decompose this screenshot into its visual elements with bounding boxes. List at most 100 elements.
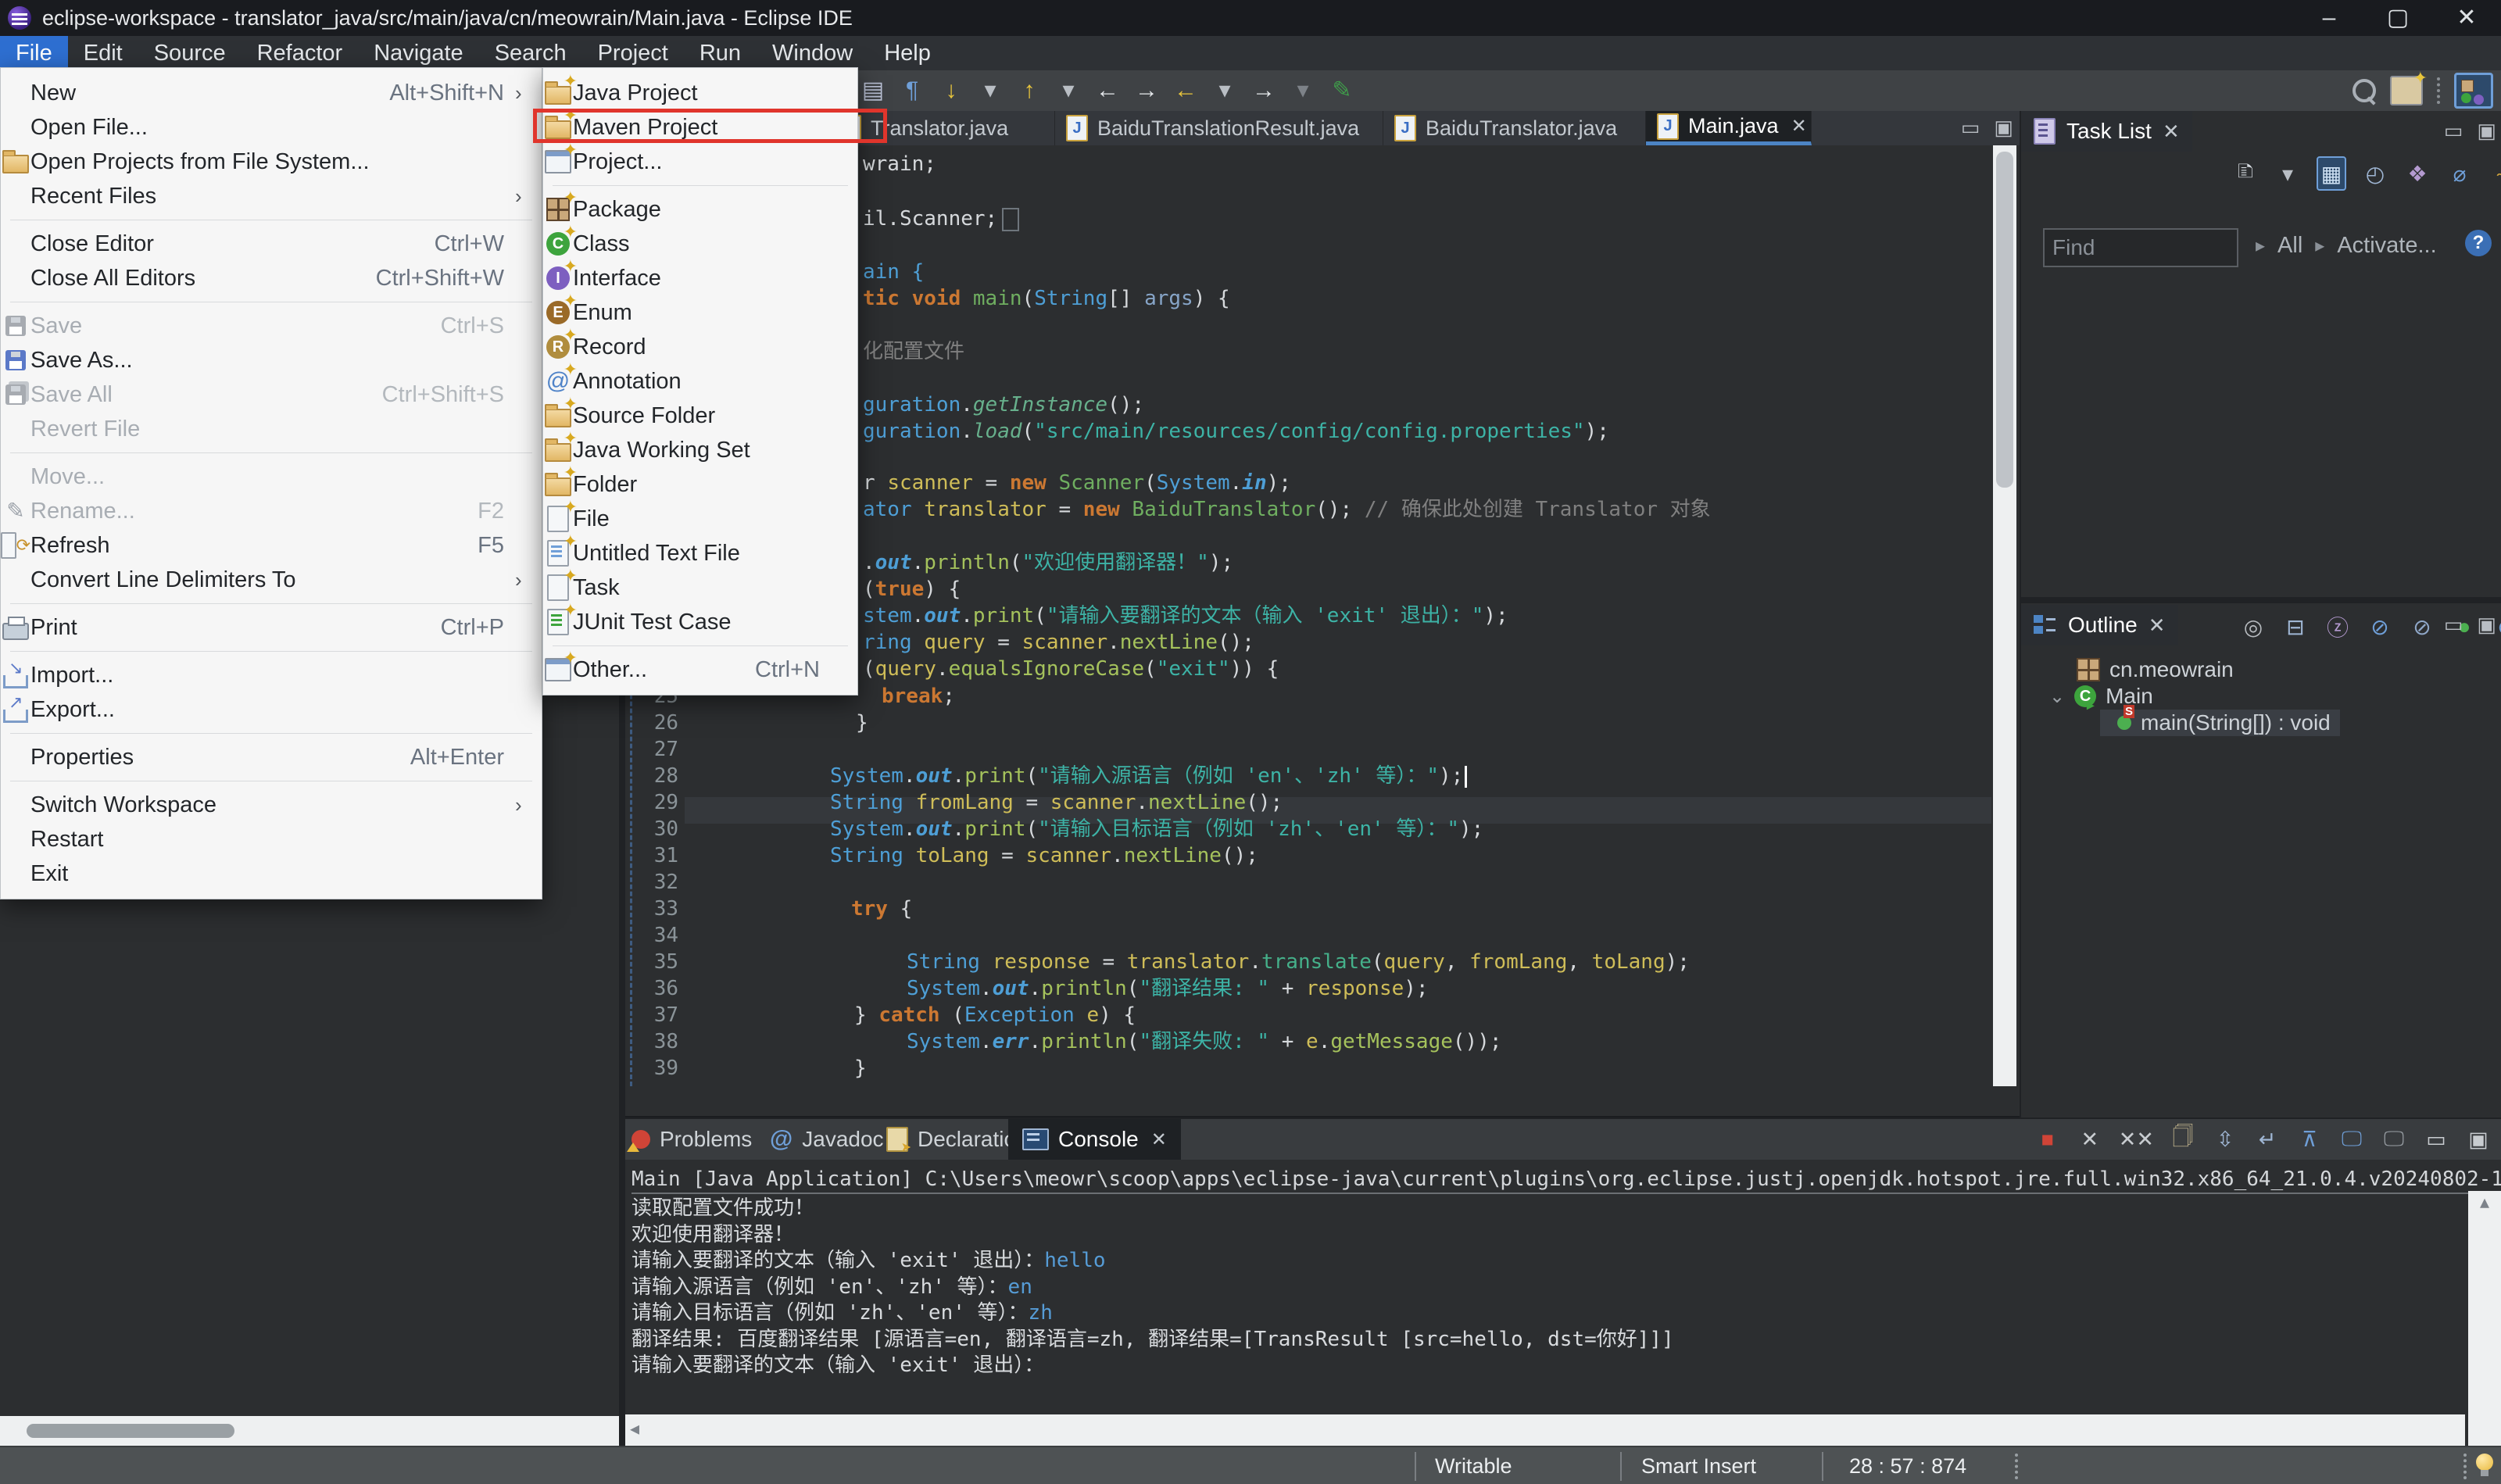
- editor-tab-baidutranslator.java[interactable]: J BaiduTranslator.java: [1383, 111, 1646, 145]
- show-whitespace-icon[interactable]: ¶: [899, 75, 925, 106]
- back-icon[interactable]: ←: [1172, 75, 1199, 106]
- display-selected-icon[interactable]: 🖵: [2338, 1124, 2365, 1155]
- open-console-icon[interactable]: 🖵: [2381, 1124, 2407, 1155]
- menubar-item-window[interactable]: Window: [757, 36, 868, 70]
- search-icon[interactable]: [2353, 79, 2376, 102]
- menu-item-enum[interactable]: E ✦ Enum: [543, 291, 857, 330]
- menubar-item-file[interactable]: File: [0, 36, 68, 70]
- menu-item-class[interactable]: C ✦ Class: [543, 222, 857, 261]
- menu-item-save-as[interactable]: Save As...: [1, 343, 542, 377]
- menu-item-import[interactable]: ↘ Import...: [1, 658, 542, 692]
- maximize-view-icon[interactable]: ▣: [2477, 613, 2496, 637]
- menu-item-annotation[interactable]: @ ✦ Annotation: [543, 359, 857, 399]
- remove-all-launches-icon[interactable]: ✕✕: [2119, 1124, 2154, 1155]
- dropdown-icon[interactable]: ▾: [1055, 75, 1082, 106]
- menubar-item-source[interactable]: Source: [138, 36, 242, 70]
- sort-icon[interactable]: ⓩ: [2324, 611, 2351, 642]
- menu-item-maven-project[interactable]: M✦Maven Project: [533, 105, 887, 145]
- scroll-up-icon[interactable]: ▴: [2480, 1192, 2489, 1213]
- menu-item-export[interactable]: ↗ Export...: [1, 692, 542, 727]
- editor-tab-baidutranslationresult.java[interactable]: J BaiduTranslationResult.java: [1055, 111, 1383, 145]
- console-output[interactable]: 读取配置文件成功！ 欢迎使用翻译器！ 请输入要翻译的文本（输入 'exit' 退出）…: [632, 1196, 2460, 1379]
- outline-tab[interactable]: Outline ✕: [2021, 605, 2178, 645]
- tab-close-icon[interactable]: ✕: [1791, 115, 1807, 138]
- menu-item-new[interactable]: New Alt+Shift+N ›: [1, 76, 542, 110]
- outline-item-main[interactable]: Smain(String[]) : void: [2100, 705, 2340, 736]
- menu-item-switch-workspace[interactable]: Switch Workspace ›: [1, 788, 542, 822]
- activate-link[interactable]: Activate...: [2337, 233, 2436, 259]
- editor-tab-translator.java[interactable]: JTranslator.java: [828, 111, 1055, 145]
- close-icon[interactable]: ✕: [2432, 0, 2501, 36]
- menu-item-file[interactable]: ✦ File: [543, 497, 857, 536]
- focus-icon[interactable]: ◎: [2240, 611, 2267, 642]
- scheduled-icon[interactable]: ◴: [2362, 158, 2388, 189]
- lightbulb-icon[interactable]: [2476, 1454, 2493, 1476]
- menu-item-package[interactable]: ✦ Package: [543, 188, 857, 227]
- editor-vscrollbar[interactable]: [1993, 145, 2016, 1086]
- console-tab-problems[interactable]: Problems: [627, 1119, 752, 1160]
- maximize-view-icon[interactable]: ▣: [2477, 119, 2496, 143]
- maximize-view-icon[interactable]: ▣: [1994, 116, 2013, 140]
- menu-item-folder[interactable]: ✦ Folder: [543, 463, 857, 502]
- clear-console-icon[interactable]: 🗍: [2170, 1124, 2196, 1155]
- word-wrap-icon[interactable]: ↵: [2254, 1124, 2281, 1155]
- maximize-icon[interactable]: ▢: [2363, 0, 2432, 36]
- remove-launch-icon[interactable]: ✕: [2077, 1124, 2103, 1155]
- prev-annotation-icon[interactable]: ↑: [1016, 75, 1043, 106]
- dropdown-icon[interactable]: ▾: [2274, 158, 2301, 189]
- menu-item-open-file[interactable]: Open File...: [1, 110, 542, 145]
- dropdown-icon[interactable]: ▾: [977, 75, 1004, 106]
- java-perspective-icon[interactable]: [2454, 73, 2493, 109]
- outline-item-cn.meowrain[interactable]: cn.meowrain: [2077, 656, 2234, 683]
- menu-item-recent-files[interactable]: Recent Files ›: [1, 179, 542, 213]
- menu-item-untitled-text-file[interactable]: ✦ Untitled Text File: [543, 531, 857, 570]
- menubar-item-run[interactable]: Run: [684, 36, 757, 70]
- next-annotation-icon[interactable]: ↓: [938, 75, 964, 106]
- menu-item-properties[interactable]: Properties Alt+Enter: [1, 740, 542, 774]
- menu-item-source-folder[interactable]: ▦✦Source Folder: [543, 394, 857, 433]
- menu-item-print[interactable]: Print Ctrl+P: [1, 610, 542, 645]
- menu-item-java-working-set[interactable]: J✦Java Working Set: [543, 428, 857, 467]
- menubar-item-refactor[interactable]: Refactor: [242, 36, 359, 70]
- editor-tab-main.java[interactable]: J Main.java ✕: [1646, 111, 1812, 145]
- menu-item-close-all-editors[interactable]: Close All Editors Ctrl+Shift+W: [1, 261, 542, 295]
- hide-completed-icon[interactable]: ⌀: [2446, 158, 2473, 189]
- pin-console-icon[interactable]: ⊼: [2296, 1124, 2323, 1155]
- filter-person-icon[interactable]: ⍭: [2488, 158, 2501, 189]
- scroll-lock-icon[interactable]: ⇳: [2212, 1124, 2238, 1155]
- menubar-item-help[interactable]: Help: [868, 36, 946, 70]
- menu-item-exit[interactable]: Exit: [1, 856, 542, 891]
- minimize-view-icon[interactable]: ▭: [1961, 116, 1980, 140]
- minimize-view-icon[interactable]: ▭: [2444, 119, 2463, 143]
- collapse-all-icon[interactable]: ⊟: [2282, 611, 2309, 642]
- menu-item-interface[interactable]: I ✦ Interface: [543, 256, 857, 295]
- menu-item-junit-test-case[interactable]: ✦ JUnit Test Case: [543, 600, 857, 639]
- console-tab-console[interactable]: Console ✕: [1008, 1119, 1181, 1160]
- menu-item-project[interactable]: ✦ Project...: [543, 140, 857, 179]
- find-input[interactable]: Find: [2043, 228, 2238, 267]
- console-hscrollbar[interactable]: ◂: [625, 1414, 2465, 1446]
- console-tab-javadoc[interactable]: @ Javadoc: [770, 1119, 884, 1160]
- menu-item-refresh[interactable]: ⟳ Refresh F5: [1, 528, 542, 563]
- minimize-icon[interactable]: –: [2295, 0, 2363, 36]
- last-edit-location-icon[interactable]: ✎: [1329, 75, 1355, 106]
- mark-occurrences-icon[interactable]: ▤: [860, 75, 886, 106]
- menu-item-restart[interactable]: Restart: [1, 822, 542, 856]
- menubar-item-edit[interactable]: Edit: [68, 36, 138, 70]
- menu-item-other[interactable]: ✦ Other... Ctrl+N: [543, 648, 857, 687]
- hide-fields-icon[interactable]: ⊘: [2367, 611, 2393, 642]
- chevron-down-icon[interactable]: ⌄: [2049, 685, 2065, 708]
- menubar-item-search[interactable]: Search: [479, 36, 582, 70]
- close-icon[interactable]: ✕: [2149, 613, 2166, 638]
- presentation-icon[interactable]: ❖: [2404, 158, 2431, 189]
- menu-item-task[interactable]: ✦ Task: [543, 566, 857, 605]
- tab-close-icon[interactable]: ✕: [1151, 1128, 1167, 1151]
- menu-item-open-projects-from-file-system[interactable]: Open Projects from File System...: [1, 145, 542, 179]
- open-perspective-icon[interactable]: [2390, 68, 2428, 105]
- left-panel-hscrollbar[interactable]: [0, 1416, 619, 1446]
- task-list-tab[interactable]: Task List ✕: [2021, 111, 2192, 152]
- menubar-item-navigate[interactable]: Navigate: [358, 36, 478, 70]
- menu-item-convert-line-delimiters-to[interactable]: Convert Line Delimiters To ›: [1, 563, 542, 597]
- categorized-icon[interactable]: ▦: [2317, 156, 2346, 191]
- menu-item-record[interactable]: R ✦ Record: [543, 325, 857, 364]
